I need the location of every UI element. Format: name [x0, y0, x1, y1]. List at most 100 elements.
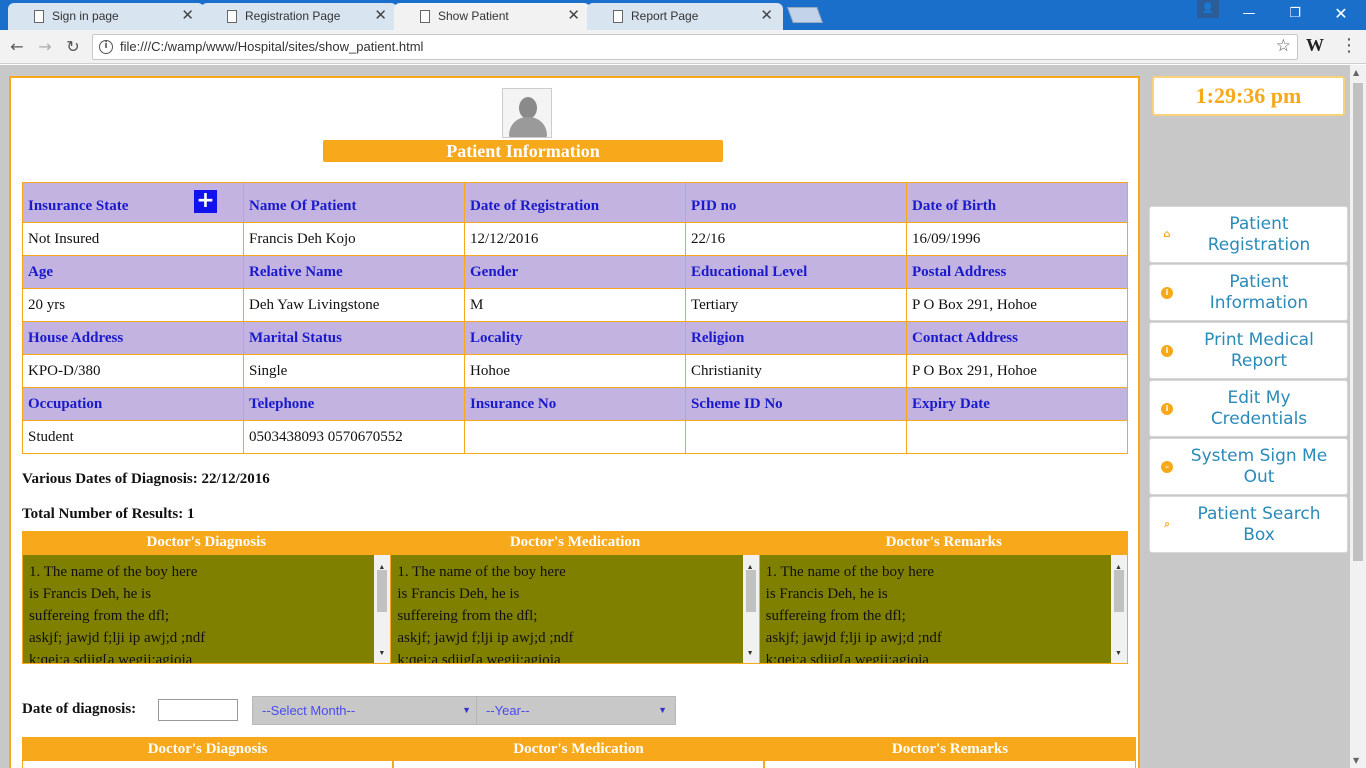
- restore-icon[interactable]: ❐: [1272, 0, 1318, 28]
- bookmark-star-icon[interactable]: ☆: [1276, 36, 1291, 56]
- forward-arrow-icon[interactable]: →: [34, 36, 56, 58]
- sidebar-item-patient-search[interactable]: ⌕ Patient Search Box: [1149, 496, 1348, 553]
- browser-menu-icon[interactable]: ⋮: [1340, 35, 1358, 56]
- page-viewport: Patient Information Insurance State Name…: [0, 65, 1366, 768]
- header-cell: Postal Address: [906, 255, 1128, 289]
- text-line: suffereing from the dfl;: [397, 608, 538, 624]
- diagnosis-textarea[interactable]: 1. The name of the boy here is Francis D…: [23, 555, 392, 663]
- value-cell: [906, 420, 1128, 454]
- date-of-diagnosis-label: Date of diagnosis:: [22, 701, 137, 717]
- address-bar[interactable]: i file:///C:/wamp/www/Hospital/sites/sho…: [92, 34, 1298, 60]
- table-row: Not Insured Francis Deh Kojo 12/12/2016 …: [22, 222, 1128, 256]
- scrollbar-thumb[interactable]: [1353, 83, 1363, 561]
- info-icon: i: [1161, 345, 1173, 357]
- document-icon: [34, 10, 44, 23]
- user-profile-icon[interactable]: 👤: [1197, 0, 1219, 18]
- header-cell: Date of Birth: [906, 182, 1128, 223]
- info-icon: i: [1161, 403, 1173, 415]
- text-line: is Francis Deh, he is: [397, 586, 520, 602]
- sidebar-item-patient-registration[interactable]: ⌂ Patient Registration: [1149, 206, 1348, 263]
- header-cell: Educational Level: [685, 255, 907, 289]
- sidebar-item-label: Patient Registration: [1207, 214, 1311, 255]
- search-icon: ⌕: [1164, 519, 1170, 530]
- text-line: askjf; jawjd f;lji ip awj;d ;ndf: [29, 630, 206, 646]
- scroll-up-icon[interactable]: ▲: [1353, 68, 1359, 77]
- scroll-down-icon[interactable]: ▼: [747, 642, 754, 663]
- month-select[interactable]: --Select Month-- ▼: [252, 696, 480, 725]
- value-cell: Tertiary: [685, 288, 907, 322]
- text-line: k;qei;a sdjig[a wegij;agioja: [765, 652, 929, 663]
- scroll-down-icon[interactable]: ▼: [1115, 642, 1122, 663]
- home-icon: ⌂: [1163, 229, 1171, 240]
- page-title: Patient Information: [323, 140, 723, 162]
- document-icon: [227, 10, 237, 23]
- diagnosis-record-row: 1. The name of the boy here is Francis D…: [22, 554, 1128, 664]
- new-tab-button[interactable]: [787, 7, 823, 23]
- tab-sign-in[interactable]: Sign in page ✕: [8, 3, 204, 30]
- remarks-entry-cell[interactable]: [764, 761, 1136, 768]
- avatar-head: [519, 97, 537, 119]
- diagnosis-entry-cell[interactable]: [22, 761, 393, 768]
- value-cell: Hohoe: [464, 354, 686, 388]
- patient-panel: Patient Information Insurance State Name…: [9, 76, 1140, 768]
- table-row: KPO-D/380 Single Hohoe Christianity P O …: [22, 354, 1128, 388]
- header-cell: Relative Name: [243, 255, 465, 289]
- value-cell: 20 yrs: [22, 288, 244, 322]
- scroll-down-icon[interactable]: ▼: [1353, 756, 1359, 765]
- text-line: askjf; jawjd f;lji ip awj;d ;ndf: [765, 630, 942, 646]
- reload-icon[interactable]: ↻: [62, 36, 84, 58]
- close-icon[interactable]: ✕: [760, 3, 773, 29]
- text-line: 1. The name of the boy here: [29, 564, 198, 580]
- scrollbar-thumb[interactable]: [745, 570, 756, 612]
- year-select-value: --Year--: [486, 703, 530, 718]
- close-icon[interactable]: ✕: [181, 3, 194, 29]
- text-line: k;qei;a sdjig[a wegij;agioja: [397, 652, 561, 663]
- header-cell: Contact Address: [906, 321, 1128, 355]
- sidebar-item-edit-credentials[interactable]: i Edit My Credentials: [1149, 380, 1348, 437]
- textarea-scrollbar[interactable]: ▲ ▼: [742, 555, 759, 663]
- close-icon[interactable]: ✕: [567, 3, 580, 29]
- window-close-icon[interactable]: ✕: [1318, 0, 1364, 28]
- extension-w-icon[interactable]: W: [1306, 35, 1324, 56]
- tab-show-patient[interactable]: Show Patient ✕: [394, 3, 590, 30]
- clock-display: 1:29:36 pm: [1152, 76, 1345, 116]
- text-line: k;qei;a sdjig[a wegij;agioja: [29, 652, 193, 663]
- medication-textarea[interactable]: 1. The name of the boy here is Francis D…: [391, 555, 760, 663]
- remarks-column-header: Doctor's Remarks: [885, 534, 1002, 550]
- value-cell: KPO-D/380: [22, 354, 244, 388]
- add-insurance-button[interactable]: +: [194, 190, 217, 213]
- back-arrow-icon[interactable]: ←: [6, 36, 28, 58]
- browser-tab-bar: Sign in page ✕ Registration Page ✕ Show …: [0, 0, 1366, 30]
- page-scrollbar[interactable]: ▲ ▼: [1350, 65, 1366, 768]
- value-cell: Not Insured: [22, 222, 244, 256]
- scrollbar-thumb[interactable]: [1113, 570, 1124, 612]
- tab-registration[interactable]: Registration Page ✕: [201, 3, 397, 30]
- scroll-down-icon[interactable]: ▼: [378, 642, 385, 663]
- value-cell: [685, 420, 907, 454]
- textarea-scrollbar[interactable]: ▲ ▼: [374, 555, 391, 663]
- sidebar-item-patient-information[interactable]: i Patient Information: [1149, 264, 1348, 321]
- page-info-icon[interactable]: i: [99, 40, 113, 54]
- close-icon[interactable]: ✕: [374, 3, 387, 29]
- year-select[interactable]: --Year-- ▼: [476, 696, 676, 725]
- tab-report[interactable]: Report Page ✕: [587, 3, 783, 30]
- patient-avatar: [502, 88, 552, 138]
- scrollbar-thumb[interactable]: [377, 570, 388, 612]
- medication-entry-cell[interactable]: [393, 761, 764, 768]
- dropdown-arrow-icon: ▼: [462, 705, 471, 715]
- text-line: is Francis Deh, he is: [29, 586, 152, 602]
- tab-title: Report Page: [631, 9, 699, 23]
- day-input[interactable]: [158, 699, 238, 721]
- document-icon: [613, 10, 623, 23]
- sidebar-item-print-report[interactable]: i Print Medical Report: [1149, 322, 1348, 379]
- value-cell: Student: [22, 420, 244, 454]
- text-line: suffereing from the dfl;: [765, 608, 906, 624]
- tab-title: Show Patient: [438, 9, 509, 23]
- sidebar-item-sign-out[interactable]: – System Sign Me Out: [1149, 438, 1348, 495]
- remarks-textarea[interactable]: 1. The name of the boy here is Francis D…: [759, 555, 1127, 663]
- textarea-scrollbar[interactable]: ▲ ▼: [1110, 555, 1127, 663]
- table-header-row: Occupation Telephone Insurance No Scheme…: [22, 387, 1128, 421]
- header-cell: Name Of Patient: [243, 182, 465, 223]
- url-text[interactable]: file:///C:/wamp/www/Hospital/sites/show_…: [120, 39, 423, 54]
- minimize-icon[interactable]: —: [1226, 0, 1272, 28]
